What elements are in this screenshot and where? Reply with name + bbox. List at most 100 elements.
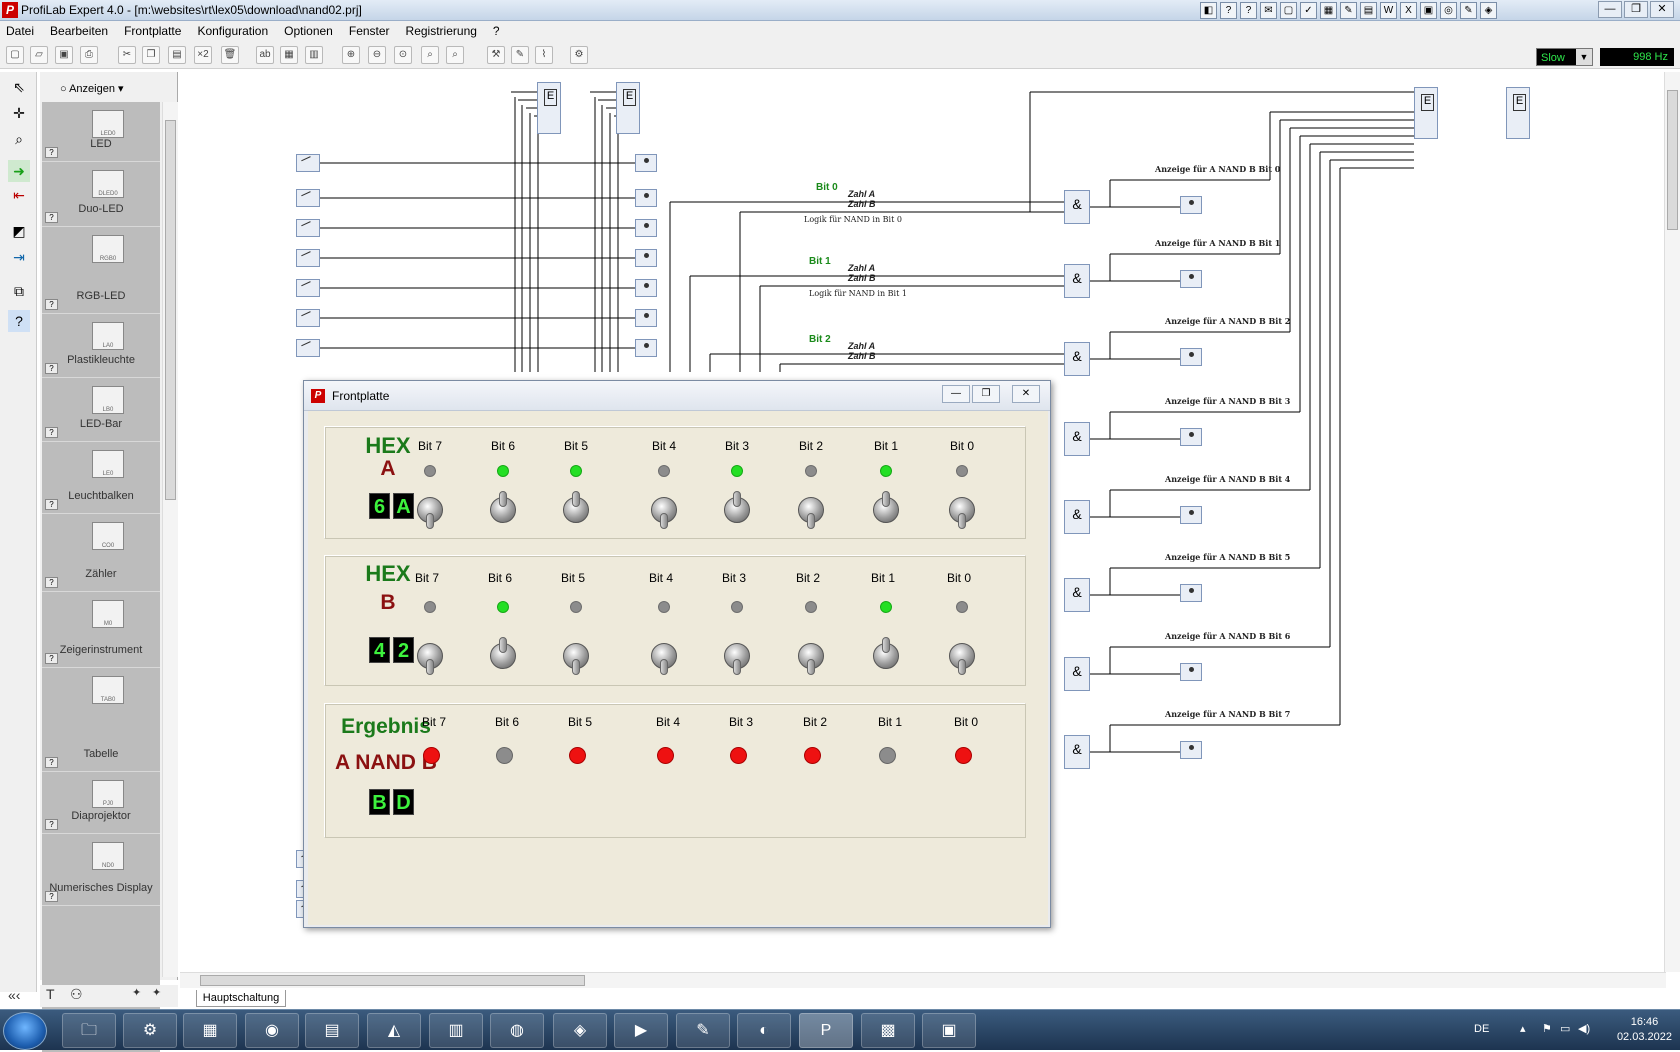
grid-icon[interactable]: ▦ xyxy=(280,46,298,64)
toggle-switch-b[interactable] xyxy=(563,641,589,675)
language-indicator[interactable]: DE xyxy=(1474,1023,1489,1035)
gear-task-icon[interactable]: ⚙ xyxy=(123,1013,177,1048)
output-led-component[interactable] xyxy=(1180,506,1202,524)
help-pointer-icon[interactable]: ? xyxy=(8,310,30,332)
gear-icon[interactable]: ⚙ xyxy=(570,46,588,64)
zoom-fit-icon[interactable]: ⊙ xyxy=(394,46,412,64)
frontpanel-titlebar[interactable]: P Frontplatte — ❐ ✕ xyxy=(304,381,1050,411)
toggle-switch-b[interactable] xyxy=(651,641,677,675)
help-icon[interactable]: ? xyxy=(45,499,58,510)
output-led-component[interactable] xyxy=(1180,348,1202,366)
print-icon[interactable]: ⎙ xyxy=(80,46,98,64)
quick-launch-icon[interactable]: ✉ xyxy=(1260,2,1277,19)
output-led-component[interactable] xyxy=(1180,196,1202,214)
led-component[interactable] xyxy=(635,249,657,267)
start-button[interactable] xyxy=(3,1012,47,1050)
help-icon[interactable]: ? xyxy=(45,891,58,902)
quick-launch-icon[interactable]: ✓ xyxy=(1300,2,1317,19)
palette-item-zeigerinstrument[interactable]: M0 Zeigerinstrument? xyxy=(42,592,160,668)
zoom-icon[interactable]: ⌕ xyxy=(8,128,30,150)
palette-scrollbar[interactable] xyxy=(162,102,178,977)
output-led-component[interactable] xyxy=(1180,663,1202,681)
palette-item-rgb-led[interactable]: RGB0 RGB-LED? xyxy=(42,227,160,314)
palette-header[interactable]: ○ Anzeigen ▾ xyxy=(40,72,178,102)
palette-item-numerisches-display[interactable]: ND0 Numerisches Display? xyxy=(42,834,160,906)
help-icon[interactable]: ? xyxy=(45,363,58,374)
menu-item-6[interactable]: Registrierung xyxy=(406,24,477,38)
toggle-switch-a[interactable] xyxy=(490,491,516,529)
run-icon[interactable]: ➜ xyxy=(8,160,30,182)
emu-task-icon[interactable]: ▣ xyxy=(922,1013,976,1048)
binoculars-icon[interactable]: ⚇ xyxy=(70,986,83,1003)
palette-item-diaprojektor[interactable]: PJ0 Diaprojektor? xyxy=(42,772,160,834)
led-component[interactable] xyxy=(635,189,657,207)
open-icon[interactable]: ▱ xyxy=(30,46,48,64)
chevron-down-icon[interactable]: ▼ xyxy=(1576,49,1592,65)
palette-item-led[interactable]: LED0 LED? xyxy=(42,102,160,162)
volume-icon[interactable]: ◀) xyxy=(1578,1022,1590,1035)
frontpanel-close-button[interactable]: ✕ xyxy=(1012,385,1040,403)
toggle-switch-a[interactable] xyxy=(651,495,677,529)
toggle-switch-b[interactable] xyxy=(798,641,824,675)
switch-component[interactable] xyxy=(296,154,320,172)
toggle-switch-a[interactable] xyxy=(798,495,824,529)
minimize-button[interactable]: — xyxy=(1598,1,1622,18)
switch-component[interactable] xyxy=(296,189,320,207)
palette-item-duo-led[interactable]: DLED0 Duo-LED? xyxy=(42,162,160,227)
media-task-icon[interactable]: ▶ xyxy=(614,1013,668,1048)
sheet-tab[interactable]: Hauptschaltung xyxy=(196,990,286,1007)
hex-display-component[interactable] xyxy=(616,82,640,134)
import-icon[interactable]: ⇥ xyxy=(8,246,30,268)
tool-task-icon[interactable]: ▤ xyxy=(305,1013,359,1048)
canvas-hscroll[interactable] xyxy=(180,972,1666,988)
quick-launch-icon[interactable]: W xyxy=(1380,2,1397,19)
pointer-icon[interactable]: ⇖ xyxy=(8,76,30,98)
nand-gate[interactable]: & xyxy=(1064,500,1090,534)
toggle-switch-a[interactable] xyxy=(949,495,975,529)
quick-launch-icon[interactable]: ✎ xyxy=(1460,2,1477,19)
color-icon[interactable]: ◩ xyxy=(8,220,30,242)
copy-icon[interactable]: ❐ xyxy=(142,46,160,64)
delete-icon[interactable]: 🗑 xyxy=(221,46,239,64)
flag-icon[interactable]: ⚑ xyxy=(1542,1022,1552,1035)
toggle-switch-b[interactable] xyxy=(949,641,975,675)
led-component[interactable] xyxy=(635,219,657,237)
hammer-icon[interactable]: ⚒ xyxy=(487,46,505,64)
paste-icon[interactable]: ▤ xyxy=(168,46,186,64)
palette-item-led-bar[interactable]: LB0 LED-Bar? xyxy=(42,378,160,442)
help-icon[interactable]: ? xyxy=(45,299,58,310)
nand-gate[interactable]: & xyxy=(1064,342,1090,376)
menu-item-3[interactable]: Konfiguration xyxy=(197,24,268,38)
collapse-icon[interactable]: «‹ xyxy=(8,987,20,1003)
close-button[interactable]: ✕ xyxy=(1650,1,1674,18)
toggle-switch-a[interactable] xyxy=(417,495,443,529)
quick-launch-icon[interactable]: ▦ xyxy=(1320,2,1337,19)
led-component[interactable] xyxy=(635,279,657,297)
clock[interactable]: 16:46 02.03.2022 xyxy=(1617,1015,1672,1045)
canvas-vscroll[interactable] xyxy=(1664,72,1680,972)
cut-icon[interactable]: ✂ xyxy=(118,46,136,64)
nand-gate[interactable]: & xyxy=(1064,190,1090,224)
quick-launch-icon[interactable]: ? xyxy=(1220,2,1237,19)
frontpanel-maximize-button[interactable]: ❐ xyxy=(972,385,1000,403)
quick-launch-icon[interactable]: ▢ xyxy=(1280,2,1297,19)
led-component[interactable] xyxy=(635,339,657,357)
help-icon[interactable]: ? xyxy=(45,147,58,158)
quick-launch-icon[interactable]: ◈ xyxy=(1480,2,1497,19)
menu-item-5[interactable]: Fenster xyxy=(349,24,390,38)
quick-launch-icon[interactable]: ✎ xyxy=(1340,2,1357,19)
zoom-out-icon[interactable]: ⊖ xyxy=(368,46,386,64)
restore-button[interactable]: ❐ xyxy=(1624,1,1648,18)
explorer-task-icon[interactable]: 🗀 xyxy=(62,1013,116,1048)
tray-arrow-icon[interactable]: ▴ xyxy=(1520,1022,1526,1035)
palette-item-tabelle[interactable]: TAB0 Tabelle? xyxy=(42,668,160,772)
quick-launch-icon[interactable]: ◧ xyxy=(1200,2,1217,19)
paint-task-icon[interactable]: ✎ xyxy=(676,1013,730,1048)
toggle-switch-b[interactable] xyxy=(724,641,750,675)
zoom-area-icon[interactable]: ⌕ xyxy=(421,46,439,64)
switch-component[interactable] xyxy=(296,249,320,267)
quick-launch-icon[interactable]: ▤ xyxy=(1360,2,1377,19)
palette-item-z-hler[interactable]: CO0 Zähler? xyxy=(42,514,160,592)
canvas-vscroll-thumb[interactable] xyxy=(1667,90,1678,230)
menu-item-1[interactable]: Bearbeiten xyxy=(50,24,108,38)
